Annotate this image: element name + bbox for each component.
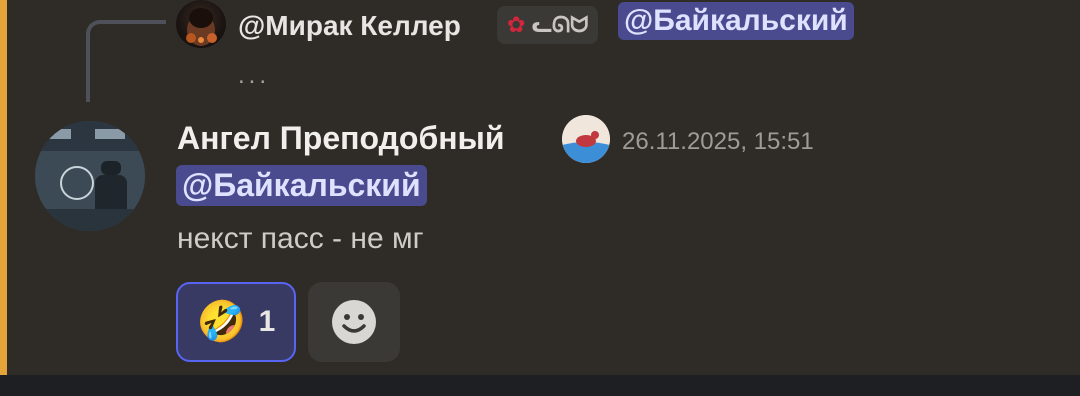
bottom-bar [0, 375, 1080, 396]
reaction-button[interactable]: 🤣 1 [176, 282, 296, 362]
rofl-emoji-icon: 🤣 [196, 300, 247, 344]
reaction-count: 1 [258, 305, 276, 338]
reply-connector-line [86, 20, 166, 102]
clan-tag-badge[interactable]: ✿ ᓚᘏᗢ [497, 6, 599, 44]
author-avatar[interactable] [35, 121, 145, 231]
message-timestamp[interactable]: 26.11.2025, 15:51 [622, 128, 814, 156]
message-highlight-bar [0, 0, 7, 375]
message-mention[interactable]: @Байкальский [176, 165, 427, 206]
clan-leaf-icon: ✿ [507, 12, 526, 37]
clan-tag-text: ᓚᘏᗢ [531, 12, 589, 37]
message-text: некст пасс - не мг [177, 222, 424, 255]
reply-author-avatar[interactable] [176, 0, 226, 48]
add-reaction-button[interactable] [308, 282, 400, 362]
add-reaction-icon [332, 300, 376, 344]
reply-author-name[interactable]: @Мирак Келлер [238, 10, 461, 42]
author-name[interactable]: Ангел Преподобный [177, 120, 505, 157]
role-seal-icon[interactable] [562, 115, 610, 163]
reply-snippet[interactable]: ... [238, 62, 270, 90]
reply-mention[interactable]: @Байкальский [618, 2, 854, 40]
